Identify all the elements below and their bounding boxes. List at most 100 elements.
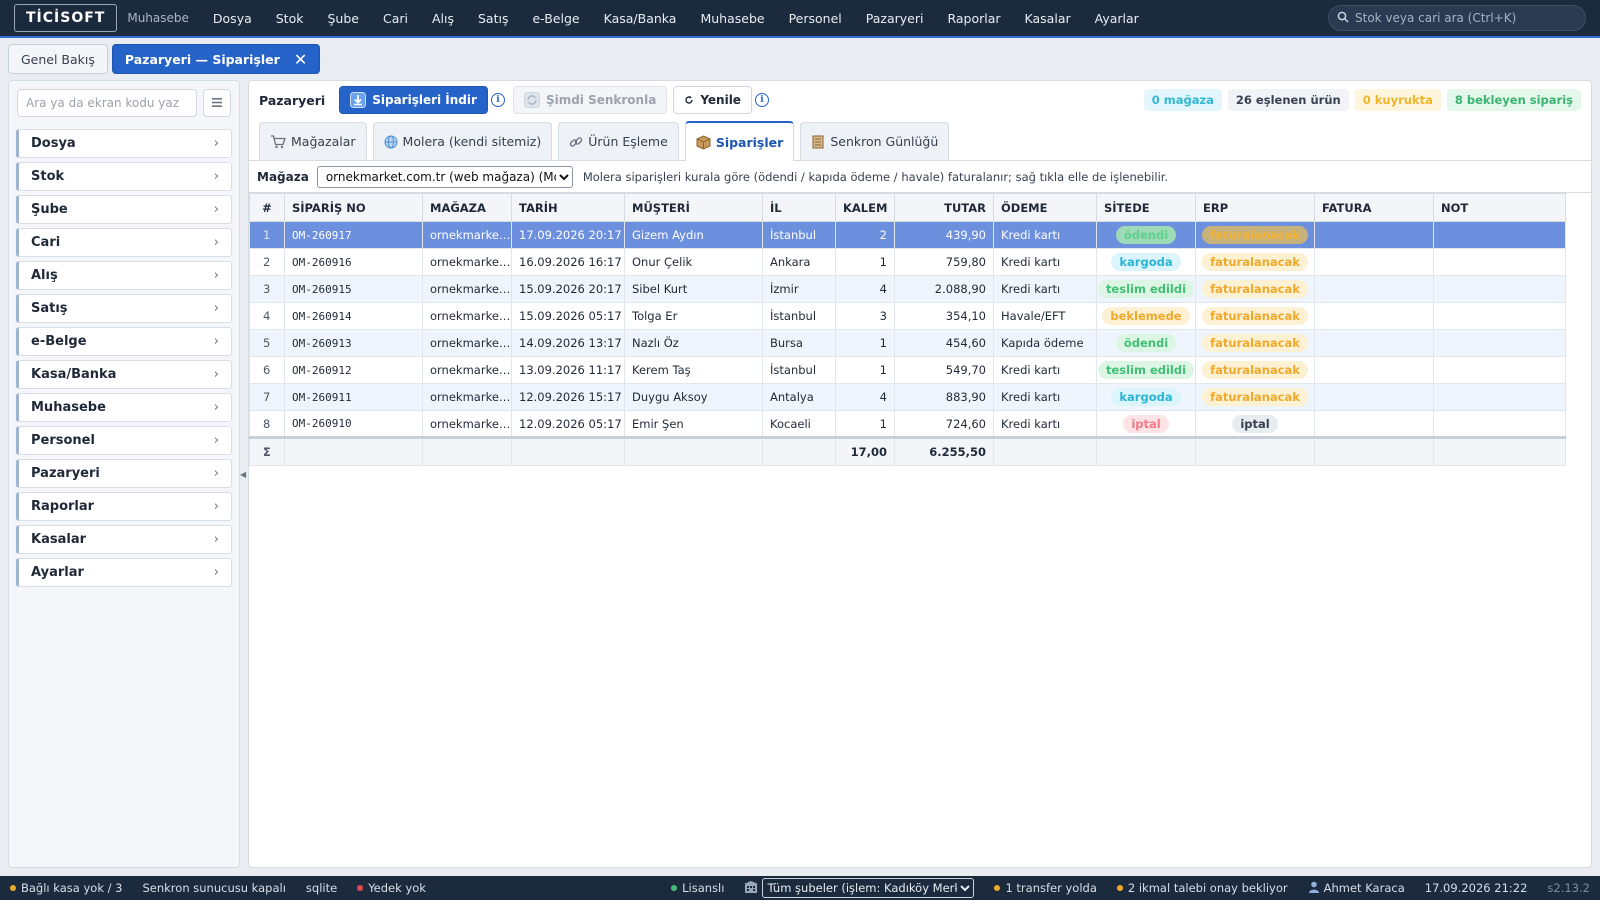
menu-stok[interactable]: Stok <box>264 11 316 26</box>
menu-muhasebe[interactable]: Muhasebe <box>688 11 776 26</box>
menu-alis[interactable]: Alış <box>420 11 466 26</box>
cell-items: 4 <box>835 275 895 303</box>
cell-note <box>1433 383 1566 411</box>
current-user[interactable]: Ahmet Karaca <box>1298 881 1415 896</box>
column-header[interactable]: NOT <box>1433 193 1566 222</box>
matched-products-badge: 26 eşlenen ürün <box>1227 89 1349 111</box>
table-row[interactable]: 1 OM-260917 ornekmarket... 17.09.2026 20… <box>249 221 1566 249</box>
refresh-button[interactable]: Yenile <box>673 86 752 114</box>
column-header[interactable]: İL <box>762 193 836 222</box>
column-header[interactable]: TUTAR <box>894 193 994 222</box>
tab-urun-esleme[interactable]: Ürün Eşleme <box>558 122 679 160</box>
cell-city: İzmir <box>762 275 836 303</box>
sidebar-item-e-belge[interactable]: e-Belge › <box>16 327 232 356</box>
cell-total: 759,80 <box>894 248 994 276</box>
close-icon[interactable]: ✕ <box>294 50 307 69</box>
tab-magazalar[interactable]: Mağazalar <box>259 122 367 160</box>
transfer-status[interactable]: 1 transfer yolda <box>984 881 1106 895</box>
column-header[interactable]: SİPARİŞ NO <box>284 193 423 222</box>
sidebar-item-label: Pazaryeri <box>31 466 100 481</box>
download-orders-button[interactable]: Siparişleri İndir <box>339 86 488 114</box>
sync-now-button[interactable]: Şimdi Senkronla <box>512 86 668 114</box>
info-icon[interactable]: i <box>490 93 505 107</box>
menu-sube[interactable]: Şube <box>315 11 370 26</box>
sidebar-item-stok[interactable]: Stok › <box>16 162 232 191</box>
filter-bar: Mağaza ornekmarket.com.tr (web mağaza) (… <box>249 161 1591 193</box>
sidebar-item-label: Şube <box>31 202 68 217</box>
cell-total: 354,10 <box>894 302 994 330</box>
cell-city: Ankara <box>762 248 836 276</box>
cash-status[interactable]: Bağlı kasa yok / 3 <box>0 881 132 895</box>
column-header[interactable]: FATURA <box>1314 193 1434 222</box>
global-search[interactable] <box>1328 5 1586 31</box>
menu-personel[interactable]: Personel <box>777 11 854 26</box>
sidebar-item-sube[interactable]: Şube › <box>16 195 232 224</box>
sidebar-item-personel[interactable]: Personel › <box>16 426 232 455</box>
table-row[interactable]: 3 OM-260915 ornekmarket... 15.09.2026 20… <box>249 275 1566 303</box>
table-row[interactable]: 4 OM-260914 ornekmarket... 15.09.2026 05… <box>249 302 1566 330</box>
cell-store: ornekmarket... <box>422 221 512 249</box>
cell-site-status: ödendi <box>1096 221 1196 249</box>
tab-pazaryeri-siparisler[interactable]: Pazaryeri — Siparişler ✕ <box>111 44 321 74</box>
cell-store: ornekmarket... <box>422 410 512 438</box>
sidebar-item-satis[interactable]: Satış › <box>16 294 232 323</box>
sidebar-item-raporlar[interactable]: Raporlar › <box>16 492 232 521</box>
cell-items: 1 <box>835 248 895 276</box>
restock-status[interactable]: 2 ikmal talebi onay bekliyor <box>1107 881 1298 895</box>
warning-dot-icon <box>10 885 16 891</box>
menu-dosya[interactable]: Dosya <box>201 11 264 26</box>
menu-cari[interactable]: Cari <box>371 11 420 26</box>
cell-erp-status: faturalanacak <box>1195 302 1315 330</box>
global-search-input[interactable] <box>1355 11 1575 25</box>
menu-pazaryeri[interactable]: Pazaryeri <box>854 11 936 26</box>
column-header[interactable]: ÖDEME <box>993 193 1097 222</box>
info-icon[interactable]: i <box>754 93 769 107</box>
sidebar-item-ayarlar[interactable]: Ayarlar › <box>16 558 232 587</box>
cell-site-status: ödendi <box>1096 329 1196 357</box>
sync-now-label: Şimdi Senkronla <box>545 93 657 107</box>
sync-status[interactable]: Senkron sunucusu kapalı <box>132 881 295 895</box>
menu-kasa-banka[interactable]: Kasa/Banka <box>592 11 689 26</box>
table-row[interactable]: 2 OM-260916 ornekmarket... 16.09.2026 16… <box>249 248 1566 276</box>
column-header[interactable]: TARİH <box>511 193 625 222</box>
sidebar-list-button[interactable] <box>203 89 231 117</box>
sidebar-item-alis[interactable]: Alış › <box>16 261 232 290</box>
menu-e-belge[interactable]: e-Belge <box>520 11 591 26</box>
menu-satis[interactable]: Satış <box>466 11 520 26</box>
tab-siparisler[interactable]: Siparişler <box>684 121 795 161</box>
cell-note <box>1433 356 1566 384</box>
table-row[interactable]: 5 OM-260913 ornekmarket... 14.09.2026 13… <box>249 329 1566 357</box>
tab-genel-bakis[interactable]: Genel Bakış <box>8 44 108 74</box>
branch-select[interactable]: Tüm şubeler (işlem: Kadıköy Merkez) <box>762 878 975 898</box>
table-row[interactable]: 8 OM-260910 ornekmarket... 12.09.2026 05… <box>249 410 1566 438</box>
column-header[interactable]: ERP <box>1195 193 1315 222</box>
menu-raporlar[interactable]: Raporlar <box>935 11 1012 26</box>
column-header[interactable]: SİTEDE <box>1096 193 1196 222</box>
table-row[interactable]: 7 OM-260911 ornekmarket... 12.09.2026 15… <box>249 383 1566 411</box>
column-header[interactable]: MAĞAZA <box>422 193 512 222</box>
sidebar-item-cari[interactable]: Cari › <box>16 228 232 257</box>
sidebar-item-pazaryeri[interactable]: Pazaryeri › <box>16 459 232 488</box>
sidebar-item-kasa-banka[interactable]: Kasa/Banka › <box>16 360 232 389</box>
column-header[interactable]: # <box>249 193 285 222</box>
cell-order-no: OM-260911 <box>284 383 423 411</box>
sidebar-search-input[interactable] <box>17 89 197 117</box>
cell-index: 7 <box>249 383 285 411</box>
sidebar-collapse-handle[interactable]: ◀ <box>240 470 246 479</box>
menu-kasalar[interactable]: Kasalar <box>1013 11 1083 26</box>
backup-status[interactable]: Yedek yok <box>347 881 436 895</box>
sidebar-item-label: Personel <box>31 433 95 448</box>
tab-senkron-gunlugu[interactable]: Senkron Günlüğü <box>800 122 950 160</box>
column-header[interactable]: KALEM <box>835 193 895 222</box>
table-row[interactable]: 6 OM-260912 ornekmarket... 13.09.2026 11… <box>249 356 1566 384</box>
column-header[interactable]: MÜŞTERİ <box>624 193 763 222</box>
sidebar-item-kasalar[interactable]: Kasalar › <box>16 525 232 554</box>
sidebar-item-dosya[interactable]: Dosya › <box>16 129 232 158</box>
sidebar-item-label: Kasalar <box>31 532 86 547</box>
tab-molera[interactable]: Molera (kendi sitemiz) <box>372 122 553 160</box>
menu-ayarlar[interactable]: Ayarlar <box>1083 11 1151 26</box>
empty-cell <box>762 436 836 466</box>
store-select[interactable]: ornekmarket.com.tr (web mağaza) (Molera <box>316 165 573 188</box>
app-logo[interactable]: TİCİSOFT <box>14 4 118 32</box>
sidebar-item-muhasebe[interactable]: Muhasebe › <box>16 393 232 422</box>
